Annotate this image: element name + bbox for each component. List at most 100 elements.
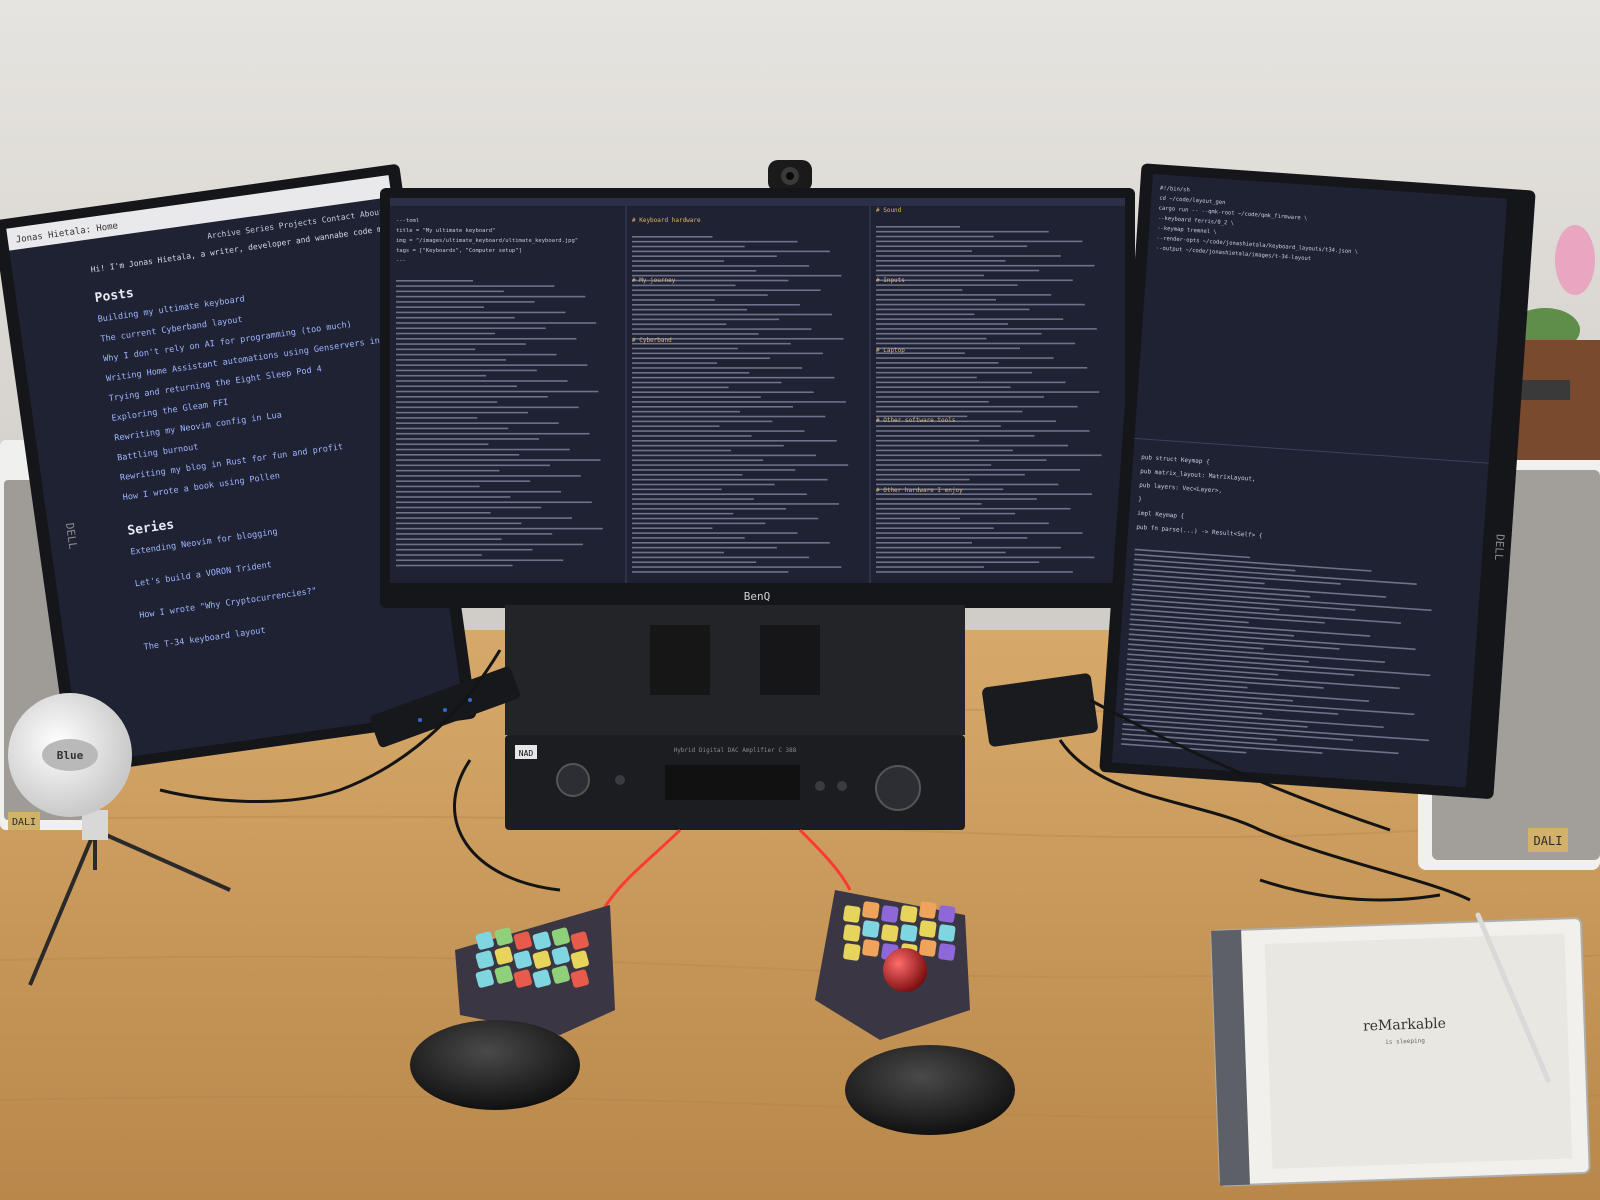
wrist-rest-left <box>410 1020 580 1110</box>
keycap <box>900 905 918 923</box>
keycap <box>900 924 918 942</box>
code-line <box>632 294 768 296</box>
code-line <box>876 435 1035 437</box>
code-line <box>876 274 984 277</box>
code-line <box>876 240 1083 243</box>
code-line <box>632 304 800 306</box>
center-monitor-brand: BenQ <box>744 590 771 603</box>
wrist-rest-right <box>845 1045 1015 1135</box>
code-line <box>876 318 1064 320</box>
code-line <box>632 512 734 515</box>
code-line <box>632 274 842 277</box>
code-line <box>632 279 789 282</box>
code-line <box>632 464 849 466</box>
code-line <box>632 313 833 316</box>
code-line <box>632 561 757 564</box>
code-line <box>396 459 601 461</box>
code-line <box>396 512 491 514</box>
keycap <box>881 924 899 942</box>
code-line <box>396 469 500 472</box>
code-line <box>876 507 1071 510</box>
code-line <box>632 488 722 491</box>
code-line <box>876 235 994 238</box>
right-monitor-brand: DELL <box>1492 534 1507 562</box>
code-line <box>876 357 1054 359</box>
code-line <box>876 444 1068 447</box>
code-line <box>876 566 984 568</box>
code-line <box>632 406 793 408</box>
code-line <box>632 546 777 549</box>
code-line <box>396 285 555 287</box>
code-line <box>396 538 502 540</box>
code-line <box>876 245 1028 248</box>
code-line <box>396 295 586 298</box>
trackball <box>883 948 927 992</box>
code-line <box>396 543 583 546</box>
keycap <box>938 943 956 961</box>
code-line <box>396 443 489 446</box>
code-line <box>876 464 992 466</box>
code-line <box>632 362 718 364</box>
code-line <box>396 533 553 535</box>
keycap <box>843 943 861 961</box>
code-line <box>632 367 803 369</box>
center-monitor: ---toml title = "My ultimate keyboard" img… <box>380 188 1135 620</box>
code-line <box>396 480 531 482</box>
code-line <box>876 332 1042 335</box>
code-line <box>876 415 968 418</box>
code-line <box>632 236 713 238</box>
code-line <box>396 306 484 308</box>
editor-line: --- <box>396 258 406 264</box>
nad-amplifier: NAD Hybrid Digital DAC Amplifier C 388 <box>505 605 965 830</box>
code-line <box>396 496 511 498</box>
code-line <box>876 401 989 403</box>
code-line <box>396 527 603 530</box>
code-line <box>876 537 1028 539</box>
desk-setup-photo: DALI DALI Jonas Hietala: Home Archive Se… <box>0 0 1600 1200</box>
code-line <box>632 357 770 360</box>
code-line <box>396 422 559 424</box>
editor-line: img = "/images/ultimate_keyboard/ultimat… <box>396 238 578 244</box>
keycap <box>919 901 937 919</box>
code-line <box>632 333 759 335</box>
code-line <box>876 294 1052 296</box>
code-line <box>876 396 1044 398</box>
code-line <box>876 488 1004 491</box>
code-line <box>632 420 773 423</box>
code-line <box>876 503 982 505</box>
code-line <box>876 420 1056 423</box>
code-line <box>632 498 754 500</box>
svg-text:DALI: DALI <box>1534 834 1563 848</box>
editor-line: ---toml <box>396 218 419 224</box>
code-line <box>632 454 816 457</box>
code-line <box>396 359 506 361</box>
code-line <box>632 566 842 568</box>
keycap <box>938 924 956 942</box>
code-line <box>876 469 1080 471</box>
code-line <box>876 561 1040 564</box>
code-line <box>876 386 1011 389</box>
keycap <box>843 924 861 942</box>
code-line <box>396 322 597 324</box>
code-line <box>396 448 570 451</box>
code-line <box>632 444 784 447</box>
code-line <box>632 517 819 520</box>
editor-line: tags = ["Keyboards", "Computer setup"] <box>396 248 522 254</box>
right-monitor: #!/bin/shcd ~/code/layout_gencargo run -… <box>1099 163 1536 799</box>
code-line <box>876 449 1013 452</box>
code-line <box>632 449 731 452</box>
webcam <box>768 160 812 192</box>
code-line <box>632 435 752 437</box>
code-line <box>396 290 504 293</box>
code-line <box>396 343 526 345</box>
editor-heading: # Keyboard hardware <box>632 217 701 224</box>
code-line <box>396 454 520 456</box>
code-line <box>632 240 798 243</box>
code-line <box>876 226 960 228</box>
code-line <box>876 371 1032 374</box>
code-line <box>632 469 796 471</box>
code-line <box>396 396 548 398</box>
editor-heading: # Sound <box>876 207 902 214</box>
code-line <box>876 269 1040 272</box>
code-line <box>632 265 810 267</box>
